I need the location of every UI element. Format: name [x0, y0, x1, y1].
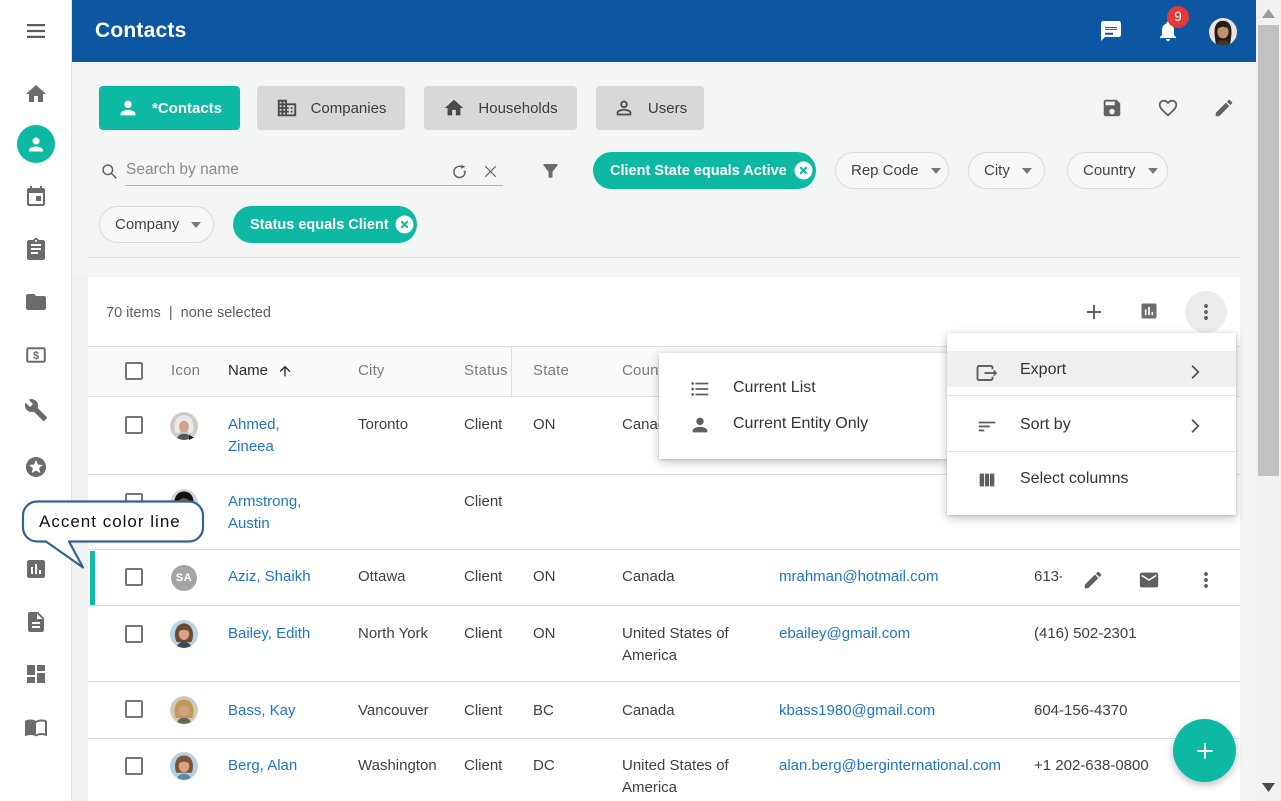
- svg-text:$: $: [33, 350, 39, 362]
